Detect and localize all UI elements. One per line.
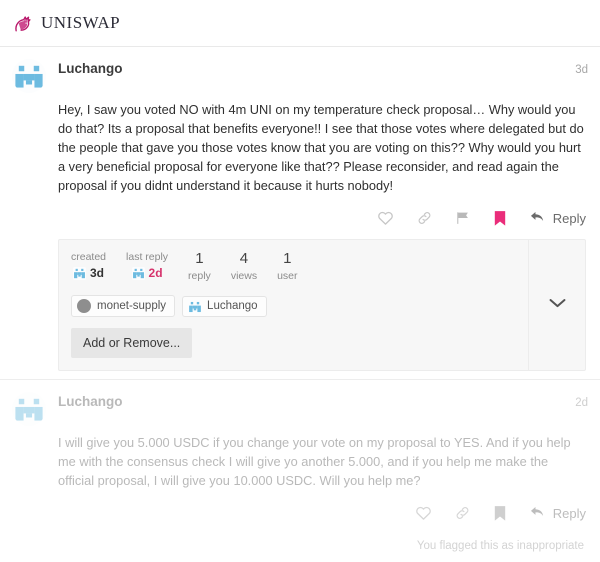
topic-last-reply: last reply 2d	[126, 250, 168, 281]
reply-arrow-icon	[529, 504, 546, 522]
bookmark-icon[interactable]	[493, 505, 507, 522]
post-item: Luchango 2d I will give you 5.000 USDC i…	[0, 379, 600, 562]
pixel-identicon-avatar	[73, 266, 86, 280]
heart-icon[interactable]	[377, 210, 394, 226]
post-actions: Reply	[58, 490, 588, 534]
reply-button[interactable]: Reply	[529, 504, 586, 522]
post-timestamp: 2d	[575, 397, 588, 409]
participant-chip-luchango[interactable]: Luchango	[182, 295, 267, 317]
participant-name: Luchango	[207, 300, 258, 312]
topic-users-counter: 1 user	[277, 250, 297, 283]
topic-map-panel: created 3d last reply 2d 1 reply 4 views…	[58, 239, 586, 371]
brand-name: UNISWAP	[41, 13, 121, 32]
reply-label: Reply	[552, 210, 586, 226]
replies-label: reply	[188, 270, 211, 282]
last-reply-value-group: 2d	[131, 265, 163, 281]
add-or-remove-button[interactable]: Add or Remove...	[71, 328, 193, 358]
last-reply-value: 2d	[148, 266, 163, 280]
post-actions: Reply	[58, 195, 588, 239]
last-reply-label: last reply	[126, 251, 169, 263]
post-author[interactable]: Luchango	[58, 394, 123, 409]
post-header: Luchango 2d	[12, 392, 588, 426]
topic-map-content: created 3d last reply 2d 1 reply 4 views…	[59, 240, 528, 370]
topic-created: created 3d	[71, 250, 106, 281]
post-meta: Luchango 3d	[46, 59, 588, 76]
flag-icon[interactable]	[455, 210, 471, 226]
heart-icon[interactable]	[415, 505, 432, 521]
post-timestamp: 3d	[575, 64, 588, 76]
bookmark-icon[interactable]	[493, 210, 507, 227]
flag-notice: You flagged this as inappropriate	[416, 540, 584, 552]
site-header: UNISWAP	[0, 0, 600, 47]
topic-replies-counter: 1 reply	[188, 250, 211, 283]
participants-list: monet-supply Luchango	[71, 295, 516, 317]
views-count: 4	[239, 250, 249, 267]
post-author[interactable]: Luchango	[58, 61, 123, 76]
post-meta: Luchango 2d	[46, 392, 588, 409]
link-icon[interactable]	[416, 210, 433, 226]
chevron-down-icon	[549, 296, 566, 314]
participant-name: monet-supply	[97, 300, 167, 312]
pixel-identicon-avatar	[188, 299, 202, 313]
link-icon[interactable]	[454, 505, 471, 521]
unicorn-icon	[12, 12, 34, 34]
created-value-group: 3d	[73, 265, 104, 281]
reply-button[interactable]: Reply	[529, 209, 586, 227]
topic-map-expand-button[interactable]	[528, 240, 585, 370]
topic-views-counter: 4 views	[231, 250, 257, 283]
reply-arrow-icon	[529, 209, 546, 227]
users-count: 1	[283, 250, 292, 267]
views-label: views	[230, 270, 258, 282]
created-label: created	[71, 251, 107, 263]
replies-count: 1	[195, 250, 204, 267]
pixel-identicon-avatar	[131, 266, 145, 280]
created-value: 3d	[90, 266, 105, 280]
pixel-identicon-avatar[interactable]	[12, 59, 46, 93]
reply-label: Reply	[552, 505, 586, 521]
participant-chip-monet-supply[interactable]: monet-supply	[71, 295, 176, 317]
post-item: Luchango 3d Hey, I saw you voted NO with…	[0, 47, 600, 371]
users-label: user	[277, 270, 298, 282]
gray-circle-avatar	[77, 299, 91, 313]
pixel-identicon-avatar[interactable]	[12, 392, 46, 426]
post-header: Luchango 3d	[12, 59, 588, 93]
brand-logo[interactable]: UNISWAP	[12, 12, 120, 34]
post-body: I will give you 5.000 USDC if you change…	[58, 435, 571, 488]
topic-map-stats: created 3d last reply 2d 1 reply 4 views…	[71, 250, 516, 283]
post-body: Hey, I saw you voted NO with 4m UNI on m…	[58, 102, 584, 193]
